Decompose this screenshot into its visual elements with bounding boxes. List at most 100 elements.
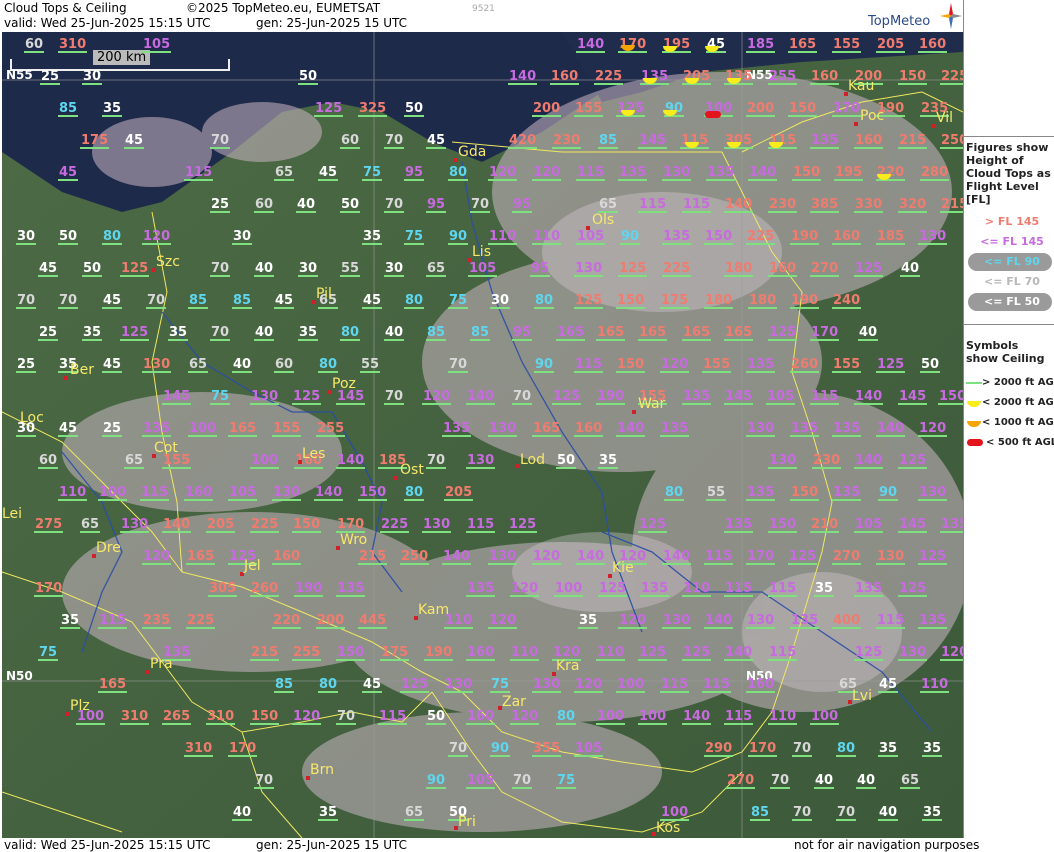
cloud-top-value: 130 xyxy=(120,517,150,533)
cloud-top-value: 135 xyxy=(790,613,820,629)
cloud-top-value: 50 xyxy=(298,69,319,85)
cloud-top-value: 60 xyxy=(24,37,45,53)
cloud-top-value: 205 xyxy=(206,517,236,533)
ceiling-legend-title: Symbols show Ceiling xyxy=(966,339,1045,365)
cloud-top-value: 80 xyxy=(534,293,555,309)
cloud-top-value: 40 xyxy=(878,805,899,821)
cloud-top-value: 70 xyxy=(16,293,37,309)
cloud-top-value: 70 xyxy=(384,389,405,405)
cloud-top-value: 35 xyxy=(922,741,943,757)
cloud-top-value: 115 xyxy=(574,357,604,373)
cloud-top-value: 175 xyxy=(80,133,110,149)
city-label-brn: Brn xyxy=(310,762,334,778)
cloud-top-value: 215 xyxy=(898,133,928,149)
cloud-top-value: 25 xyxy=(210,197,231,213)
ceiling-green-icon xyxy=(966,382,982,384)
cloud-top-value: 270 xyxy=(726,773,756,789)
ceiling-yellow-symbol xyxy=(663,110,677,116)
footer-disclaimer: not for air navigation purposes xyxy=(794,838,980,852)
city-label-lvi: Lvi xyxy=(852,688,872,704)
cloud-top-value: 160 xyxy=(918,37,948,53)
cloud-top-value: 45 xyxy=(38,261,59,277)
cloud-top-value: 120 xyxy=(510,709,540,725)
cloud-top-value: 160 xyxy=(768,261,798,277)
cloud-top-value: 215 xyxy=(940,198,963,213)
cloud-top-value: 85 xyxy=(188,293,209,309)
cloud-top-value: 445 xyxy=(358,613,388,629)
cloud-top-value: 100 xyxy=(596,709,626,725)
cloud-top-value: 150 xyxy=(768,517,798,533)
ceiling-lt1000-label: < 1000 ft AGL xyxy=(982,417,1054,428)
city-label-pil: Pil xyxy=(316,286,332,302)
ceiling-yellow-symbol xyxy=(769,142,783,148)
cloud-top-value: 135 xyxy=(854,581,884,597)
city-label-ber: Ber xyxy=(70,362,94,378)
cloud-top-value: 175 xyxy=(380,645,410,661)
cloud-top-value: 130 xyxy=(250,389,280,405)
cloud-top-value: 70 xyxy=(210,261,231,277)
cloud-top-value: 130 xyxy=(142,357,172,373)
city-label-lei: Lei xyxy=(2,506,23,522)
cloud-top-value: 110 xyxy=(488,229,518,245)
cloud-top-value: 140 xyxy=(442,549,472,565)
cloud-top-value: 170 xyxy=(810,325,840,341)
cloud-top-value: 120 xyxy=(940,646,963,661)
cloud-top-value: 55 xyxy=(340,261,361,277)
cloud-top-value: 70 xyxy=(512,389,533,405)
cloud-top-value: 105 xyxy=(854,517,884,533)
cloud-top-value: 115 xyxy=(702,677,732,693)
map-area[interactable]: 200 km N55 N55 N50 N50 60 310 105 140 170 195… xyxy=(2,32,963,838)
cloud-top-value: 270 xyxy=(832,549,862,565)
cloud-top-value: 140 xyxy=(876,421,906,437)
cloud-top-value: 45 xyxy=(362,677,383,693)
cloud-top-value: 115 xyxy=(378,709,408,725)
cloud-top-value: 50 xyxy=(556,453,577,469)
cloud-top-value: 85 xyxy=(598,133,619,149)
cloud-top-value: 105 xyxy=(766,389,796,405)
ceiling-red-symbol xyxy=(705,111,721,118)
cloud-top-value: 125 xyxy=(898,453,928,469)
cloud-top-value: 75 xyxy=(210,389,231,405)
cloud-top-value: 135 xyxy=(832,421,862,437)
cloud-top-value: 70 xyxy=(336,709,357,725)
cloud-top-value: 160 xyxy=(854,133,884,149)
cloud-top-value: 75 xyxy=(38,645,59,661)
cloud-top-value: 190 xyxy=(790,229,820,245)
cloud-top-value: 125 xyxy=(400,677,430,693)
cloud-top-value: 225 xyxy=(186,613,216,629)
cloud-top-value: 160 xyxy=(184,485,214,501)
city-marker xyxy=(64,376,68,380)
cloud-top-value: 165 xyxy=(638,325,668,341)
cloud-top-value: 255 xyxy=(292,645,322,661)
cloud-top-value: 70 xyxy=(210,325,231,341)
cloud-top-value: 35 xyxy=(814,581,835,597)
ceiling-yellow-symbol xyxy=(685,142,699,148)
cloud-top-value: 120 xyxy=(488,165,518,181)
ceiling-lt500-label: < 500 ft AGL xyxy=(986,437,1054,448)
cloud-top-value: 135 xyxy=(662,229,692,245)
cloud-top-value: 310 xyxy=(184,741,214,757)
city-label-cot: Cot xyxy=(154,440,178,456)
cloud-top-value: 200 xyxy=(746,101,776,117)
cloud-top-value: 150 xyxy=(358,485,388,501)
cloud-top-value: 165 xyxy=(724,325,754,341)
image-code: 9521 xyxy=(472,4,495,14)
legend-le-fl50: <= FL 50 xyxy=(984,295,1040,308)
cloud-top-value: 120 xyxy=(292,709,322,725)
cloud-top-value: 140 xyxy=(576,37,606,53)
gen-time: gen: 25-Jun-2025 15 UTC xyxy=(256,16,408,30)
cloud-top-value: 70 xyxy=(254,773,275,789)
cloud-top-value: 140 xyxy=(854,389,884,405)
cloud-top-value: 65 xyxy=(598,197,619,213)
cloud-top-value: 180 xyxy=(724,261,754,277)
cloud-top-value: 80 xyxy=(448,165,469,181)
cloud-top-value: 45 xyxy=(426,133,447,149)
cloud-top-value: 130 xyxy=(918,485,948,501)
cloud-top-value: 155 xyxy=(832,37,862,53)
cloud-top-value: 40 xyxy=(384,325,405,341)
cloud-top-value: 170 xyxy=(34,581,64,597)
cloud-top-value: 115 xyxy=(576,165,606,181)
cloud-top-value: 135 xyxy=(746,485,776,501)
cloud-top-value: 215 xyxy=(358,549,388,565)
cloud-top-value: 70 xyxy=(792,741,813,757)
